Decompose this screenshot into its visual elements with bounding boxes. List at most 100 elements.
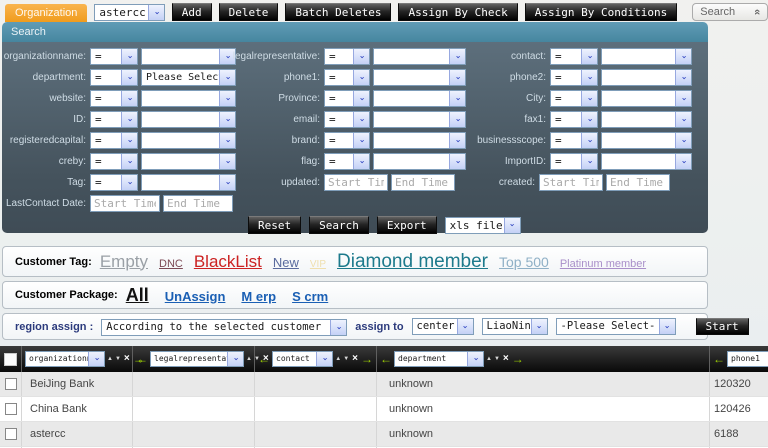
row-checkbox[interactable]: [5, 428, 17, 440]
tag-link-blacklist[interactable]: BlackList: [194, 252, 262, 272]
operator-select-fax1[interactable]: =›: [550, 111, 598, 128]
value-select-email[interactable]: ›: [373, 111, 466, 128]
topbar-button-batch-deletes[interactable]: Batch Deletes: [285, 3, 391, 21]
sort-desc-icon[interactable]: ▼: [343, 356, 349, 362]
topbar-button-add[interactable]: Add: [172, 3, 212, 21]
tag-link-new[interactable]: New: [273, 255, 299, 270]
value-select-department[interactable]: Please Select›: [141, 69, 236, 86]
topbar-button-assign-by-conditions[interactable]: Assign By Conditions: [525, 3, 677, 21]
tag-link-top-500[interactable]: Top 500: [499, 254, 549, 270]
search-button[interactable]: Search: [309, 216, 369, 234]
value-select-city[interactable]: ›: [601, 90, 692, 107]
row-checkbox[interactable]: [5, 378, 17, 390]
topbar-button-delete[interactable]: Delete: [219, 3, 279, 21]
move-right-icon[interactable]: →: [512, 353, 524, 365]
row-checkbox[interactable]: [5, 403, 17, 415]
value-select-importid[interactable]: ›: [601, 153, 692, 170]
start-button[interactable]: Start: [696, 318, 749, 335]
value-select-phone2[interactable]: ›: [601, 69, 692, 86]
end-time-input-created[interactable]: [606, 174, 670, 191]
region-select-please-select[interactable]: -Please Select-›: [556, 318, 676, 335]
operator-select-businessscope[interactable]: =›: [550, 132, 598, 149]
sort-desc-icon[interactable]: ▼: [494, 356, 500, 362]
sort-asc-icon[interactable]: ▲: [335, 356, 341, 362]
chevron-down-icon: ›: [581, 154, 597, 169]
value-select-fax1[interactable]: ›: [601, 111, 692, 128]
value-select-flag[interactable]: ›: [373, 153, 466, 170]
value-select-tag[interactable]: ›: [141, 174, 236, 191]
value-select-registeredcapital[interactable]: ›: [141, 132, 236, 149]
package-link-unassign[interactable]: UnAssign: [165, 289, 226, 304]
operator-select-department[interactable]: =›: [90, 69, 138, 86]
operator-select-creby[interactable]: =›: [90, 153, 138, 170]
value-select-phone1[interactable]: ›: [373, 69, 466, 86]
move-right-icon[interactable]: →: [361, 353, 373, 365]
tag-link-empty[interactable]: Empty: [100, 252, 148, 272]
module-select[interactable]: astercc ›: [94, 4, 164, 21]
tag-link-vip[interactable]: VIP: [310, 259, 326, 270]
region-select-center[interactable]: center›: [412, 318, 474, 335]
move-left-icon[interactable]: ←: [258, 353, 270, 365]
end-time-input-lastcontact-date[interactable]: [163, 195, 233, 212]
operator-select-registeredcapital[interactable]: =›: [90, 132, 138, 149]
start-time-input-lastcontact-date[interactable]: [90, 195, 160, 212]
reset-button[interactable]: Reset: [248, 216, 301, 234]
sort-asc-icon[interactable]: ▲: [486, 356, 492, 362]
package-link-s-crm[interactable]: S crm: [292, 289, 328, 304]
operator-select-flag[interactable]: =›: [324, 153, 370, 170]
move-left-icon[interactable]: ←: [380, 353, 392, 365]
operator-select-contact[interactable]: =›: [550, 48, 598, 65]
value-select-province[interactable]: ›: [373, 90, 466, 107]
start-time-input-updated[interactable]: [324, 174, 388, 191]
sort-asc-icon[interactable]: ▲: [107, 356, 113, 362]
sort-desc-icon[interactable]: ▼: [115, 356, 121, 362]
value-select-businessscope[interactable]: ›: [601, 132, 692, 149]
move-left-icon[interactable]: ←: [713, 353, 725, 365]
value-select-creby[interactable]: ›: [141, 153, 236, 170]
region-method-select[interactable]: According to the selected customer›: [101, 319, 347, 336]
value-select-legalrepresentative[interactable]: ›: [373, 48, 466, 65]
export-button[interactable]: Export: [377, 216, 437, 234]
start-time-input-created[interactable]: [539, 174, 603, 191]
tag-link-platinum-member[interactable]: Platinum member: [560, 258, 646, 270]
column-select-legalrepresentative[interactable]: legalrepresentative›: [150, 351, 244, 367]
value-select-brand[interactable]: ›: [373, 132, 466, 149]
search-toggle[interactable]: Search «: [692, 3, 768, 21]
operator-select-brand[interactable]: =›: [324, 132, 370, 149]
package-link-m-erp[interactable]: M erp: [241, 289, 276, 304]
select-all-checkbox[interactable]: [4, 353, 17, 366]
value-select-website[interactable]: ›: [141, 90, 236, 107]
tag-link-dnc[interactable]: DNC: [159, 258, 183, 270]
remove-column-icon[interactable]: ×: [503, 354, 509, 364]
topbar-button-assign-by-check[interactable]: Assign By Check: [398, 3, 517, 21]
tag-link-diamond-member[interactable]: Diamond member: [337, 251, 488, 273]
operator-select-phone2[interactable]: =›: [550, 69, 598, 86]
operator-select-tag[interactable]: =›: [90, 174, 138, 191]
operator-select-id[interactable]: =›: [90, 111, 138, 128]
value-select-contact[interactable]: ›: [601, 48, 692, 65]
operator-select-phone1[interactable]: =›: [324, 69, 370, 86]
remove-column-icon[interactable]: ×: [352, 354, 358, 364]
column-select-contact[interactable]: contact›: [272, 351, 333, 367]
column-select-department[interactable]: department›: [394, 351, 484, 367]
module-tab-organization[interactable]: Organization: [5, 4, 87, 22]
value-select-organizationname[interactable]: ›: [141, 48, 236, 65]
operator-select-email[interactable]: =›: [324, 111, 370, 128]
sort-asc-icon[interactable]: ▲: [246, 356, 252, 362]
operator-select-city[interactable]: =›: [550, 90, 598, 107]
operator-select-province[interactable]: =›: [324, 90, 370, 107]
operator-select-importid[interactable]: =›: [550, 153, 598, 170]
operator-select-organizationname[interactable]: =›: [90, 48, 138, 65]
search-panel-header[interactable]: Search: [2, 22, 708, 42]
package-link-all[interactable]: All: [126, 285, 149, 306]
export-format-select[interactable]: xls file›: [445, 217, 521, 234]
column-select-organizationname[interactable]: organizationname›: [25, 351, 105, 367]
column-select-phone1[interactable]: phone1›: [727, 351, 768, 367]
move-left-icon[interactable]: ←: [136, 353, 148, 365]
value-select-id[interactable]: ›: [141, 111, 236, 128]
end-time-input-updated[interactable]: [391, 174, 455, 191]
operator-select-legalrepresentative[interactable]: =›: [324, 48, 370, 65]
remove-column-icon[interactable]: ×: [124, 354, 130, 364]
operator-select-website[interactable]: =›: [90, 90, 138, 107]
region-select-liaoning[interactable]: LiaoNing›: [482, 318, 548, 335]
